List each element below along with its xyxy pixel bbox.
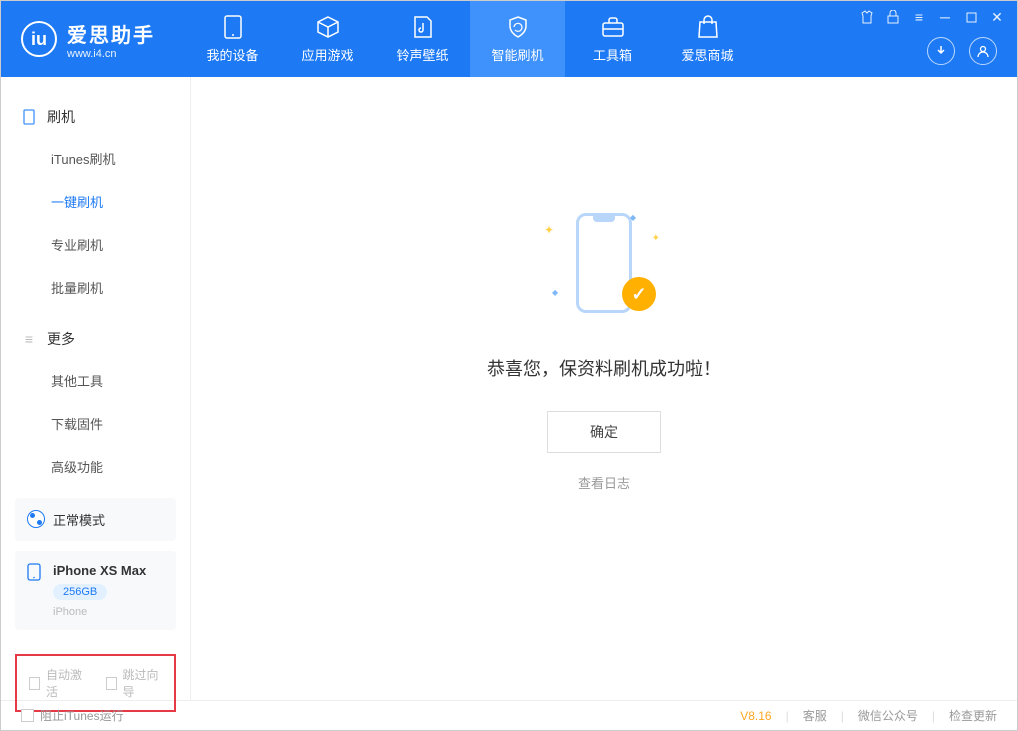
minimize-button[interactable]: ─	[937, 9, 953, 25]
logo-icon: iu	[21, 21, 57, 57]
window-controls: ≡ ─ ✕	[859, 9, 1005, 25]
nav-smart-flash[interactable]: 智能刷机	[470, 1, 565, 77]
device-icon	[21, 109, 37, 125]
list-icon: ≡	[21, 331, 37, 347]
sidebar-item-advanced[interactable]: 高级功能	[1, 445, 190, 488]
sidebar-section-more[interactable]: ≡ 更多	[1, 319, 190, 359]
sidebar-item-itunes-flash[interactable]: iTunes刷机	[1, 137, 190, 180]
shirt-icon[interactable]	[859, 9, 875, 25]
checkbox-icon	[29, 677, 40, 690]
checkbox-icon	[21, 709, 34, 722]
options-highlight-box: 自动激活 跳过向导	[15, 654, 176, 712]
phone-icon	[221, 15, 245, 39]
view-log-link[interactable]: 查看日志	[578, 473, 630, 492]
header: iu 爱思助手 www.i4.cn 我的设备 应用游戏 铃声壁纸 智能刷机 工具…	[1, 1, 1017, 77]
wechat-link[interactable]: 微信公众号	[858, 707, 918, 724]
app-url: www.i4.cn	[67, 48, 155, 60]
device-mode-label: 正常模式	[53, 510, 105, 529]
sidebar-item-pro-flash[interactable]: 专业刷机	[1, 223, 190, 266]
sidebar-item-download-firmware[interactable]: 下载固件	[1, 402, 190, 445]
shield-refresh-icon	[506, 15, 530, 39]
device-storage: 256GB	[53, 584, 107, 600]
header-right-buttons	[927, 37, 997, 65]
checkbox-icon	[106, 677, 117, 690]
main-content: ✓ ✦ ◆ ✦ ◆ 恭喜您，保资料刷机成功啦！ 确定 查看日志	[191, 77, 1017, 700]
version-label: V8.16	[740, 709, 771, 723]
sidebar-item-oneclick-flash[interactable]: 一键刷机	[1, 180, 190, 223]
sidebar-item-batch-flash[interactable]: 批量刷机	[1, 266, 190, 309]
sidebar-section-flash[interactable]: 刷机	[1, 97, 190, 137]
nav-apps-games[interactable]: 应用游戏	[280, 1, 375, 77]
success-message: 恭喜您，保资料刷机成功啦！	[487, 355, 721, 381]
app-title: 爱思助手	[67, 19, 155, 48]
check-badge-icon: ✓	[622, 277, 656, 311]
device-mode-box[interactable]: 正常模式	[15, 498, 176, 541]
top-nav: 我的设备 应用游戏 铃声壁纸 智能刷机 工具箱 爱思商城	[185, 1, 755, 77]
phone-small-icon	[27, 563, 45, 581]
check-update-link[interactable]: 检查更新	[949, 707, 997, 724]
block-itunes-checkbox[interactable]: 阻止iTunes运行	[21, 707, 124, 724]
close-button[interactable]: ✕	[989, 9, 1005, 25]
nav-toolbox[interactable]: 工具箱	[565, 1, 660, 77]
sidebar: 刷机 iTunes刷机 一键刷机 专业刷机 批量刷机 ≡ 更多 其他工具 下载固…	[1, 77, 191, 700]
sidebar-item-other-tools[interactable]: 其他工具	[1, 359, 190, 402]
cube-icon	[316, 15, 340, 39]
device-type: iPhone	[53, 606, 146, 618]
nav-ringtones[interactable]: 铃声壁纸	[375, 1, 470, 77]
bag-icon	[696, 15, 720, 39]
mode-icon	[27, 510, 45, 528]
nav-store[interactable]: 爱思商城	[660, 1, 755, 77]
user-button[interactable]	[969, 37, 997, 65]
confirm-button[interactable]: 确定	[547, 411, 661, 453]
device-box[interactable]: iPhone XS Max 256GB iPhone	[15, 551, 176, 630]
nav-my-device[interactable]: 我的设备	[185, 1, 280, 77]
support-link[interactable]: 客服	[803, 707, 827, 724]
toolbox-icon	[601, 15, 625, 39]
maximize-button[interactable]	[963, 9, 979, 25]
app-logo[interactable]: iu 爱思助手 www.i4.cn	[1, 19, 175, 60]
download-button[interactable]	[927, 37, 955, 65]
device-name: iPhone XS Max	[53, 563, 146, 578]
music-file-icon	[411, 15, 435, 39]
menu-icon[interactable]: ≡	[911, 9, 927, 25]
success-illustration: ✓ ✦ ◆ ✦ ◆	[534, 205, 674, 325]
lock-icon[interactable]	[885, 9, 901, 25]
skip-guide-checkbox[interactable]: 跳过向导	[106, 666, 163, 700]
auto-activate-checkbox[interactable]: 自动激活	[29, 666, 86, 700]
